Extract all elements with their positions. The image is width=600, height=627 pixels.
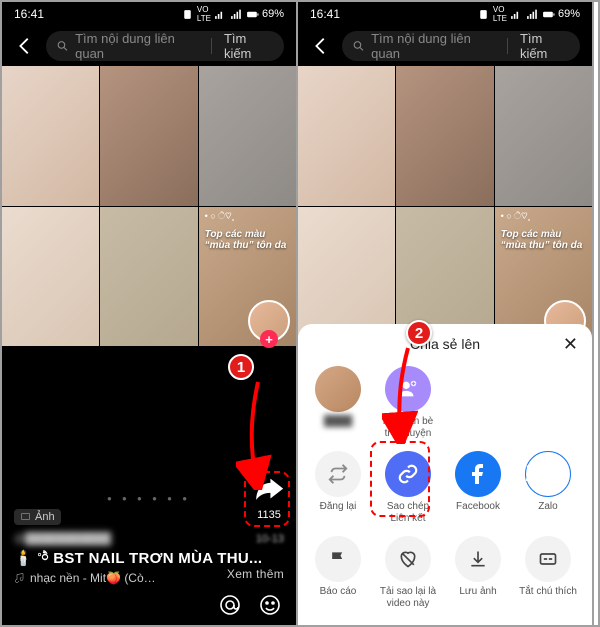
phone-screenshot-right: 16:41 VOLTE 69% Tìm nội dung liên quan T…: [298, 2, 594, 625]
search-placeholder: Tìm nội dung liên quan: [75, 31, 199, 61]
not-interested-item[interactable]: Tắt chú thích: [518, 536, 578, 609]
collage-tile: [495, 66, 592, 206]
contact-label: ████: [324, 416, 352, 428]
zalo-label: Zalo: [538, 501, 557, 513]
collage-tile: [396, 66, 493, 206]
bottom-action-bar: [2, 585, 296, 625]
repost-video-item[interactable]: Tải sao lại là video này: [378, 536, 438, 609]
search-icon: [56, 39, 69, 53]
post-info: ● ● ● ● ● ● Ảnh @███████████ 10-13 🕯️ °੦…: [2, 486, 296, 586]
battery-percent: 69%: [558, 8, 580, 20]
signal-icon-2: [230, 8, 243, 21]
battery-percent: 69%: [262, 8, 284, 20]
signal-icon: [510, 8, 523, 21]
save-item[interactable]: Lưu ảnh: [448, 536, 508, 609]
annotation-arrow-2: [382, 344, 418, 444]
music-note-icon: [14, 572, 26, 584]
zalo-icon: Zalo: [525, 451, 571, 497]
zalo-item[interactable]: Zalo Zalo: [518, 451, 578, 524]
repost-item[interactable]: Đăng lại: [308, 451, 368, 524]
share-row-actions: Báo cáo Tải sao lại là video này Lưu ảnh…: [298, 532, 592, 617]
signal-icon: [214, 8, 227, 21]
repost-video-label: Tải sao lại là video này: [378, 586, 438, 609]
report-label: Báo cáo: [320, 586, 357, 598]
repost-icon: [315, 451, 361, 497]
share-sheet: Chia sẻ lên ✕ ████ Mời bạn bè trò chuyện…: [298, 324, 592, 625]
vibrate-icon: [181, 8, 194, 21]
copy-link-label: Sao chép Liên kết: [378, 501, 438, 524]
search-divider: [507, 38, 508, 54]
search-pill[interactable]: Tìm nội dung liên quan Tìm kiếm: [342, 31, 580, 61]
vibrate-icon: [477, 8, 490, 21]
status-bar: 16:41 VOLTE 69%: [2, 2, 296, 26]
author-meta: @███████████ 10-13: [14, 533, 284, 545]
search-divider: [211, 38, 212, 54]
save-label: Lưu ảnh: [459, 586, 496, 598]
search-action[interactable]: Tìm kiếm: [224, 31, 274, 61]
image-icon: [20, 511, 31, 522]
share-row-contacts: ████ Mời bạn bè trò chuyện: [298, 362, 592, 447]
annotation-badge-1: 1: [228, 354, 254, 380]
search-icon: [352, 39, 365, 53]
search-pill[interactable]: Tìm nội dung liên quan Tìm kiếm: [46, 31, 284, 61]
battery-icon: [542, 8, 555, 21]
dislike-icon: [385, 536, 431, 582]
caption-off-icon: [525, 536, 571, 582]
status-time: 16:41: [310, 7, 340, 21]
collage-tile: [199, 66, 296, 206]
contact-avatar: [315, 366, 361, 412]
see-more-link[interactable]: Xem thêm: [227, 567, 284, 581]
top-bar: Tìm nội dung liên quan Tìm kiếm: [298, 26, 592, 66]
status-time: 16:41: [14, 7, 44, 21]
battery-icon: [246, 8, 259, 21]
copy-link-item[interactable]: Sao chép Liên kết: [378, 451, 438, 524]
author-avatar[interactable]: +: [248, 300, 290, 342]
status-icons: VOLTE 69%: [181, 5, 284, 23]
emoji-icon[interactable]: [258, 593, 282, 617]
collage-overlay-text: Top các màu “mùa thu” tôn da: [501, 229, 583, 251]
signal-icon-2: [526, 8, 539, 21]
back-icon[interactable]: [14, 35, 36, 57]
share-sheet-title: Chia sẻ lên: [298, 336, 592, 352]
report-item[interactable]: Báo cáo: [308, 536, 368, 609]
search-action[interactable]: Tìm kiếm: [520, 31, 570, 61]
audio-track[interactable]: nhạc nền - Mit🍑 (Cò…: [14, 571, 227, 585]
collage-tile: [2, 207, 99, 347]
facebook-label: Facebook: [456, 501, 500, 513]
back-icon[interactable]: [310, 35, 332, 57]
collage-overlay-text: Top các màu “mùa thu” tôn da: [205, 229, 287, 251]
phone-screenshot-left: 16:41 VOLTE 69% Tìm nội dung liên quan T…: [2, 2, 298, 625]
messenger-item[interactable]: Messenger: [588, 451, 592, 524]
link-icon: [385, 451, 431, 497]
status-bar: 16:41 VOLTE 69%: [298, 2, 592, 26]
share-row-apps: Đăng lại Sao chép Liên kết Facebook Zalo…: [298, 447, 592, 532]
collage-tile: [100, 207, 197, 347]
repost-label: Đăng lại: [320, 501, 357, 513]
download-icon: [455, 536, 501, 582]
collage-tile: [298, 66, 395, 206]
annotation-badge-2: 2: [406, 320, 432, 346]
follow-plus-icon[interactable]: +: [260, 330, 278, 348]
facebook-icon: [455, 451, 501, 497]
collage-tile: [100, 66, 197, 206]
post-date: 10-13: [256, 533, 284, 545]
carousel-dots: ● ● ● ● ● ●: [14, 494, 284, 503]
share-contact-item[interactable]: ████: [308, 366, 368, 439]
share-sheet-close[interactable]: ✕: [563, 334, 578, 355]
collage-deco: • ○ ੈ♡˳: [501, 211, 531, 222]
collage-tile: [2, 66, 99, 206]
top-bar: Tìm nội dung liên quan Tìm kiếm: [2, 26, 296, 66]
flag-icon: [315, 536, 361, 582]
annotation-arrow-1: [236, 378, 272, 490]
collage-deco: • ○ ੈ♡˳: [205, 211, 235, 222]
side-action-rail: +: [248, 300, 290, 342]
not-interested-label: Tắt chú thích: [519, 586, 577, 598]
status-icons: VOLTE 69%: [477, 5, 580, 23]
mention-icon[interactable]: [218, 593, 242, 617]
post-title: 🕯️ °੦ੈ BST NAIL TRƠN MÙA THU... Xem thêm: [14, 549, 284, 567]
search-placeholder: Tìm nội dung liên quan: [371, 31, 495, 61]
facebook-item[interactable]: Facebook: [448, 451, 508, 524]
duet-item[interactable]: Duet: [588, 536, 592, 609]
photo-badge: Ảnh: [14, 509, 61, 525]
